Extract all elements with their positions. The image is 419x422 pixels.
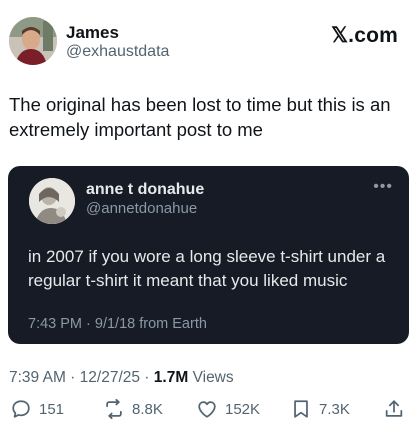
more-options-icon[interactable]: ••• bbox=[373, 178, 393, 196]
like-button[interactable]: 152K bbox=[196, 398, 260, 420]
bookmark-count: 7.3K bbox=[319, 400, 350, 418]
like-count: 152K bbox=[225, 400, 261, 418]
share-button[interactable] bbox=[383, 398, 405, 420]
post-text: The original has been lost to time but t… bbox=[9, 94, 391, 140]
reply-count: 151 bbox=[39, 400, 65, 418]
quoted-author-handle[interactable]: @annetdonahue bbox=[86, 200, 197, 217]
like-icon bbox=[198, 401, 216, 418]
action-bar: 151 8.8K 152K 7.3K bbox=[0, 398, 419, 422]
author-handle[interactable]: @exhaustdata bbox=[66, 43, 169, 61]
post-time[interactable]: 7:39 AM bbox=[9, 369, 66, 386]
post-date[interactable]: 12/27/25 bbox=[80, 369, 140, 386]
share-icon bbox=[385, 400, 403, 417]
x-logo: 𝕏.com bbox=[331, 24, 398, 47]
meta-separator: · bbox=[140, 369, 154, 386]
repost-icon bbox=[106, 398, 122, 420]
reply-icon bbox=[12, 400, 30, 418]
repost-button[interactable]: 8.8K bbox=[103, 398, 163, 420]
post-timestamp-views: 7:39 AM · 12/27/25 · 1.7M Views bbox=[9, 369, 234, 387]
quoted-author-avatar[interactable] bbox=[29, 178, 75, 224]
author-name[interactable]: James bbox=[66, 23, 119, 43]
meta-separator: · bbox=[65, 369, 80, 386]
quoted-post-card[interactable]: anne t donahue @annetdonahue ••• in 2007… bbox=[8, 166, 409, 344]
views-label: Views bbox=[192, 369, 234, 386]
quoted-author-name[interactable]: anne t donahue bbox=[86, 181, 204, 199]
repost-count: 8.8K bbox=[132, 400, 163, 418]
author-avatar[interactable] bbox=[9, 17, 57, 65]
bookmark-button[interactable]: 7.3K bbox=[290, 398, 350, 420]
views-count: 1.7M bbox=[153, 369, 189, 386]
quoted-post-text: in 2007 if you wore a long sleeve t-shir… bbox=[28, 247, 386, 290]
quoted-post-timestamp: 7:43 PM · 9/1/18 from Earth bbox=[28, 316, 207, 332]
bookmark-icon bbox=[294, 400, 308, 418]
reply-button[interactable]: 151 bbox=[10, 398, 64, 420]
